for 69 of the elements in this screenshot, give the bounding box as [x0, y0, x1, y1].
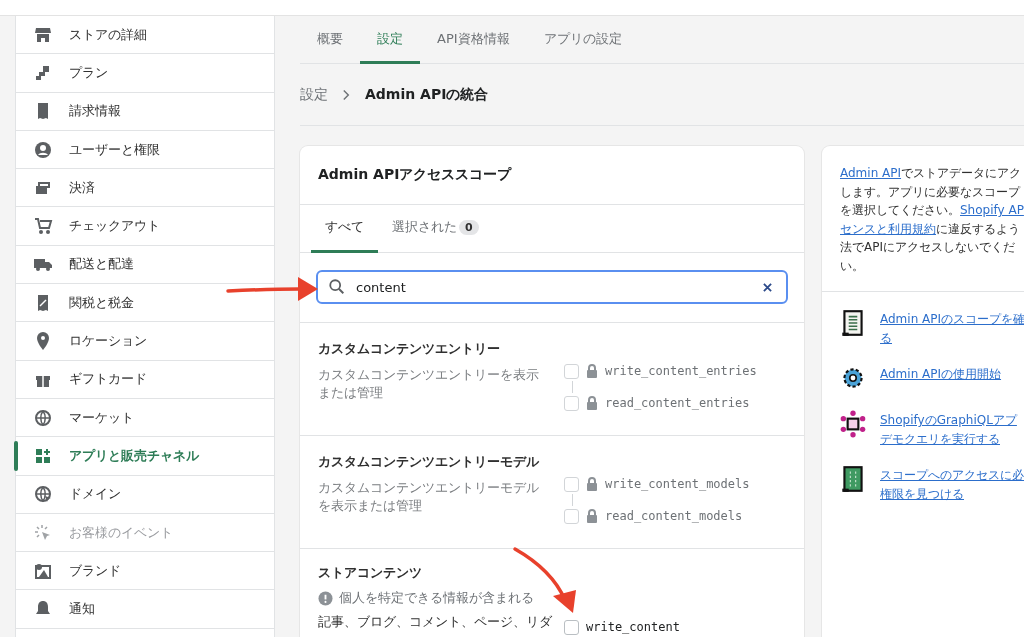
sidebar-item[interactable]: ドメイン	[16, 475, 274, 514]
scope-name: write_content_models	[605, 477, 750, 491]
warning-text: 個人を特定できる情報が含まれる	[339, 590, 534, 607]
user-icon	[33, 139, 53, 160]
scope-name: write_content_entries	[605, 364, 757, 378]
link[interactable]: センスと利用規約	[840, 221, 936, 236]
sidebar-item[interactable]: マーケット	[16, 398, 274, 438]
scope-name: read_content_entries	[605, 396, 750, 410]
page-title: Admin APIの統合	[365, 85, 489, 104]
sidebar-item[interactable]: 決済	[16, 169, 274, 208]
info-text: でストアデータにアク	[901, 166, 1022, 180]
sidebar-item[interactable]: チェックアウト	[16, 207, 274, 246]
tab[interactable]: 概要	[300, 16, 360, 64]
section-description: 記事、ブログ、コメント、ページ、リダ	[318, 613, 550, 631]
section-description: カスタムコンテンツエントリーを表示または管理	[318, 366, 540, 402]
tab[interactable]: アプリの設定	[526, 16, 639, 64]
link[interactable]: Admin API	[840, 166, 902, 180]
checkbox[interactable]	[564, 363, 579, 379]
card-title: Admin APIアクセススコープ	[300, 146, 804, 205]
cart-icon	[33, 216, 53, 237]
checkbox[interactable]	[564, 476, 579, 492]
section-title: カスタムコンテンツエントリーモデル	[318, 454, 540, 471]
help-link[interactable]: デモクエリを実行する	[880, 429, 1017, 448]
clear-icon[interactable]	[763, 282, 772, 292]
sidebar-item[interactable]: アプリと販売チャネル	[16, 437, 274, 476]
checkbox[interactable]	[564, 508, 579, 524]
info-text: を選択してください。	[840, 203, 960, 217]
link[interactable]: Shopify AP	[960, 203, 1024, 217]
sidebar-item[interactable]: ブランド	[16, 552, 274, 591]
scroll-icon	[840, 464, 866, 494]
help-link[interactable]: 権限を見つける	[880, 484, 1024, 503]
globe-icon	[33, 407, 53, 428]
molecule-icon	[840, 409, 866, 439]
sidebar-item[interactable]: ギフトカード	[16, 360, 274, 399]
sidebar-item[interactable]: 通知	[16, 590, 274, 629]
search-field[interactable]: content	[316, 270, 788, 304]
info-text: に違反するよう	[936, 221, 1020, 236]
filter-tab[interactable]: 選択された 0	[378, 205, 493, 253]
sidebar-item[interactable]: 関税と税金	[16, 284, 274, 323]
scroll-icon	[840, 308, 866, 338]
sidebar-item[interactable]: 配送と配達	[16, 245, 274, 285]
filter-tab[interactable]: すべて	[311, 205, 378, 253]
tab[interactable]: 設定	[360, 16, 420, 64]
help-link[interactable]: スコープへのアクセスに必	[880, 466, 1024, 485]
globe-icon	[33, 484, 53, 505]
info-text: い。	[840, 258, 864, 273]
help-link[interactable]: Admin APIのスコープを確	[880, 310, 1024, 329]
help-link[interactable]: Admin APIの使用開始	[880, 365, 1002, 384]
section-title: カスタムコンテンツエントリー	[318, 341, 501, 358]
sidebar-item[interactable]: プラン	[16, 54, 274, 93]
sidebar-item[interactable]: ユーザーと権限	[16, 130, 274, 170]
sidebar-item[interactable]: 請求情報	[16, 92, 274, 131]
sidebar-item[interactable]: ストアの詳細	[16, 16, 274, 55]
checkbox[interactable]	[564, 619, 579, 635]
scope-name: write_content	[586, 620, 680, 634]
info-text: 法でAPIにアクセスしないでくだ	[840, 240, 1015, 254]
scope-name: read_content_models	[605, 509, 743, 523]
breadcrumb-link[interactable]: 設定	[300, 85, 328, 104]
sidebar-item[interactable]: ロケーション	[16, 322, 274, 361]
chevron-right-icon	[342, 88, 351, 101]
search-icon	[328, 278, 346, 296]
warning-icon	[318, 591, 333, 606]
tab[interactable]: API資格情報	[420, 16, 527, 64]
help-link[interactable]: ShopifyのGraphiQLアプ	[880, 411, 1017, 430]
help-link[interactable]: る	[880, 328, 1024, 347]
section-title: ストアコンテンツ	[318, 565, 423, 582]
info-text: します。アプリに必要なスコープ	[840, 184, 1020, 199]
section-description: カスタムコンテンツエントリーモデルを表示または管理	[318, 479, 540, 515]
checkbox[interactable]	[564, 395, 579, 411]
